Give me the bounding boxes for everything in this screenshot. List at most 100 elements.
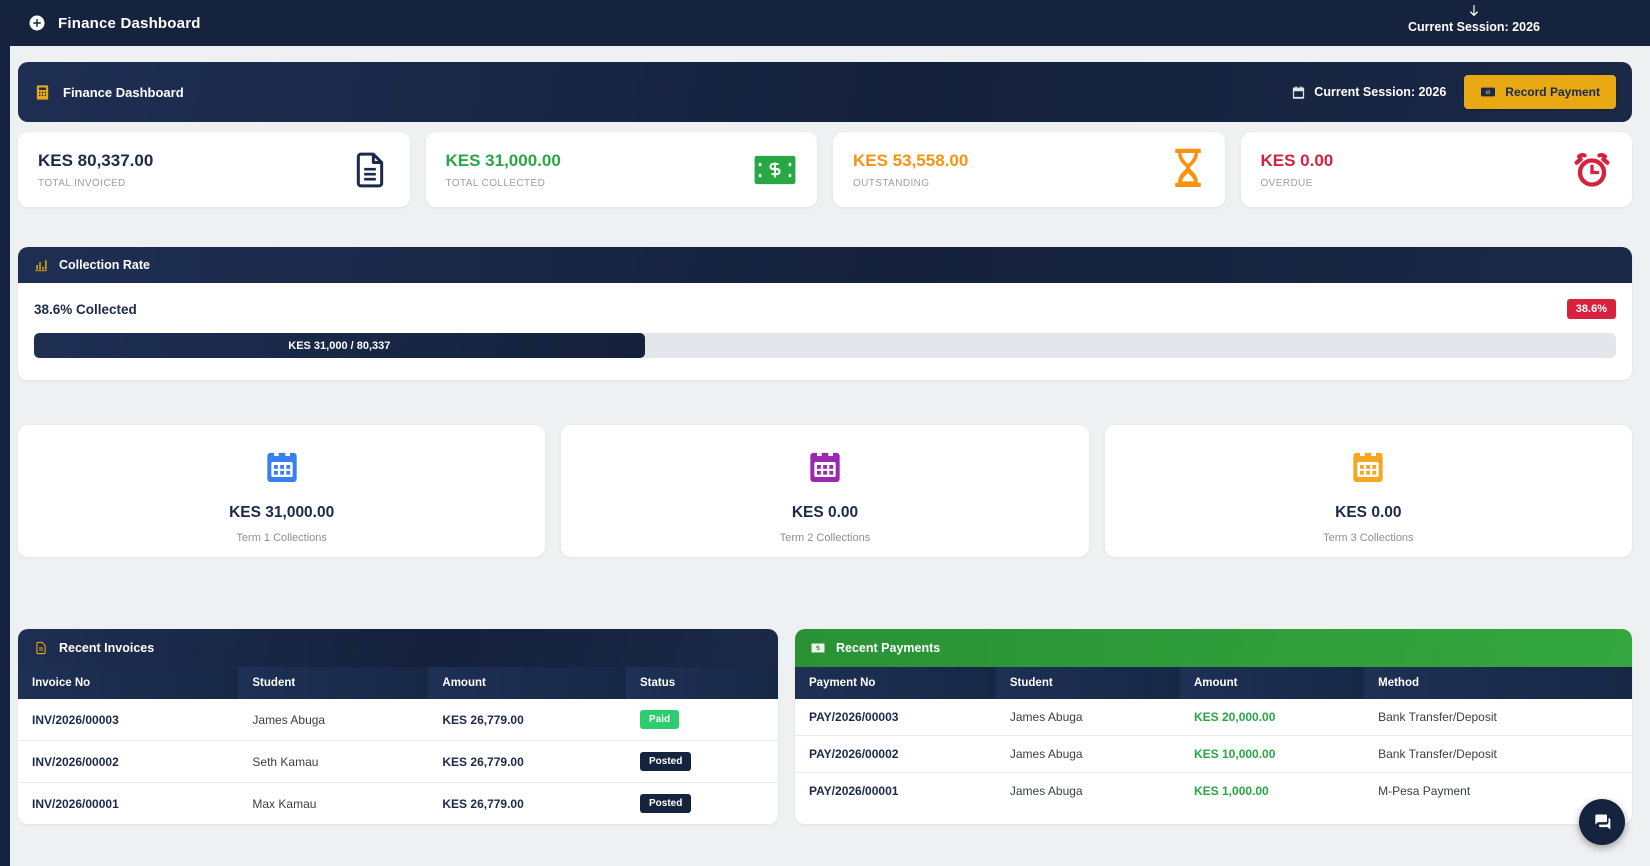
chat-fab-button[interactable]	[1579, 799, 1625, 845]
stat-label: TOTAL COLLECTED	[445, 177, 546, 189]
app-title: Finance Dashboard	[58, 14, 201, 32]
status-badge: Paid	[639, 710, 680, 729]
term-cards-row: KES 31,000.00 Term 1 Collections KES 0.0…	[18, 425, 1632, 557]
header-session-label: Current Session: 2026	[1314, 85, 1447, 99]
session-selector[interactable]: Current Session: 2026	[1408, 4, 1540, 34]
payment-no-link[interactable]: PAY/2026/00001	[795, 772, 996, 809]
amount-cell: KES 26,779.00	[428, 782, 626, 824]
navbar-session-label: Current Session: 2026	[1408, 20, 1540, 34]
arrow-down-icon[interactable]	[1467, 4, 1481, 18]
stat-label: OUTSTANDING	[853, 177, 930, 189]
collection-rate-badge: 38.6%	[1566, 299, 1616, 319]
term-3-card: KES 0.00 Term 3 Collections	[1104, 425, 1632, 557]
main-content: Finance Dashboard Current Session: 2026 …	[10, 46, 1650, 866]
student-cell: Seth Kamau	[238, 740, 429, 783]
collection-headline: 38.6% Collected	[34, 301, 137, 317]
plus-circle-icon[interactable]	[28, 14, 46, 32]
student-cell: James Abuga	[995, 699, 1180, 736]
table-row: PAY/2026/00002 James Abuga KES 10,000.00…	[795, 735, 1632, 773]
stat-label: TOTAL INVOICED	[38, 177, 126, 189]
method-cell: Bank Transfer/Deposit	[1364, 735, 1632, 773]
collection-progress-bar: KES 31,000 / 80,337	[34, 333, 1616, 358]
student-cell: James Abuga	[995, 772, 1180, 809]
payment-no-link[interactable]: PAY/2026/00002	[795, 735, 996, 773]
term-2-card: KES 0.00 Term 2 Collections	[561, 425, 1089, 557]
recent-payments-title: Recent Payments	[836, 641, 941, 655]
page-title: Finance Dashboard	[63, 84, 184, 100]
collection-progress-label: KES 31,000 / 80,337	[288, 339, 391, 352]
student-cell: James Abuga	[995, 735, 1180, 773]
stat-total-collected: KES 31,000.00 TOTAL COLLECTED	[425, 132, 817, 207]
table-row: INV/2026/00003 James Abuga KES 26,779.00…	[18, 699, 778, 741]
term-amount: KES 31,000.00	[229, 504, 335, 521]
table-row: PAY/2026/00003 James Abuga KES 20,000.00…	[795, 699, 1632, 736]
stat-amount: KES 80,337.00	[38, 150, 154, 170]
money-bill-icon	[753, 153, 797, 187]
payments-table: Payment No Student Amount Method PAY/202…	[795, 667, 1632, 809]
stat-overdue: KES 0.00 OVERDUE	[1240, 132, 1632, 207]
amount-cell: KES 26,779.00	[428, 699, 626, 741]
amount-cell: KES 1,000.00	[1180, 772, 1365, 809]
column-header: Payment No	[795, 667, 996, 699]
chat-bubbles-icon	[1592, 812, 1612, 832]
payment-no-link[interactable]: PAY/2026/00003	[795, 699, 996, 736]
column-header: Status	[625, 667, 778, 699]
student-cell: Max Kamau	[238, 782, 429, 824]
stat-amount: KES 53,558.00	[853, 150, 969, 170]
amount-cell: KES 20,000.00	[1180, 699, 1365, 736]
status-badge: Posted	[639, 794, 692, 813]
calendar-icon	[1291, 85, 1306, 100]
term-label: Term 1 Collections	[236, 532, 327, 544]
stat-label: OVERDUE	[1260, 177, 1313, 189]
recent-payments-panel: Recent Payments Payment No Student Amoun…	[795, 629, 1632, 824]
term-amount: KES 0.00	[1335, 504, 1402, 521]
top-navbar: Finance Dashboard Current Session: 2026	[0, 0, 1650, 46]
stat-cards-row: KES 80,337.00 TOTAL INVOICED KES 31,000.…	[18, 132, 1632, 207]
table-row: INV/2026/00001 Max Kamau KES 26,779.00 P…	[18, 782, 778, 824]
column-header: Invoice No	[18, 667, 239, 699]
column-header: Method	[1364, 667, 1632, 699]
bar-chart-icon	[34, 258, 48, 272]
amount-cell: KES 26,779.00	[428, 740, 626, 783]
method-cell: Bank Transfer/Deposit	[1364, 699, 1632, 736]
dashboard-header-card: Finance Dashboard Current Session: 2026 …	[18, 62, 1632, 122]
collection-progress-fill: KES 31,000 / 80,337	[34, 333, 645, 358]
invoices-table: Invoice No Student Amount Status INV/202…	[18, 667, 778, 824]
table-row: INV/2026/00002 Seth Kamau KES 26,779.00 …	[18, 740, 778, 783]
file-invoice-icon	[350, 150, 390, 190]
stat-amount: KES 31,000.00	[445, 150, 561, 170]
money-bill-icon	[1480, 84, 1496, 100]
calendar-icon	[262, 447, 302, 487]
amount-cell: KES 10,000.00	[1180, 735, 1365, 773]
term-label: Term 3 Collections	[1323, 532, 1414, 544]
term-1-card: KES 31,000.00 Term 1 Collections	[18, 425, 546, 557]
invoice-no-link[interactable]: INV/2026/00002	[18, 740, 239, 783]
recent-invoices-panel: Recent Invoices Invoice No Student Amoun…	[18, 629, 778, 824]
calendar-icon	[805, 447, 845, 487]
recent-invoices-title: Recent Invoices	[59, 641, 155, 655]
alarm-clock-icon	[1572, 150, 1612, 190]
status-badge: Posted	[639, 752, 692, 771]
column-header: Student	[995, 667, 1180, 699]
table-row: PAY/2026/00001 James Abuga KES 1,000.00 …	[795, 772, 1632, 809]
record-payment-button[interactable]: Record Payment	[1464, 75, 1616, 109]
stat-outstanding: KES 53,558.00 OUTSTANDING	[833, 132, 1225, 207]
file-invoice-icon	[34, 641, 48, 655]
stat-amount: KES 0.00	[1260, 150, 1334, 170]
collapsed-sidebar	[0, 0, 10, 866]
calculator-icon	[34, 84, 51, 101]
calendar-icon	[1348, 447, 1388, 487]
invoice-no-link[interactable]: INV/2026/00003	[18, 699, 239, 741]
collection-rate-panel: Collection Rate 38.6% Collected 38.6% KE…	[18, 247, 1632, 380]
term-label: Term 2 Collections	[779, 532, 871, 544]
student-cell: James Abuga	[238, 699, 429, 741]
invoice-no-link[interactable]: INV/2026/00001	[18, 782, 239, 824]
column-header: Amount	[1180, 667, 1365, 699]
hourglass-icon	[1171, 148, 1205, 192]
column-header: Amount	[428, 667, 626, 699]
column-header: Student	[238, 667, 429, 699]
collection-rate-title: Collection Rate	[59, 258, 150, 272]
stat-total-invoiced: KES 80,337.00 TOTAL INVOICED	[18, 132, 410, 207]
term-amount: KES 0.00	[791, 504, 859, 521]
money-bill-icon	[811, 641, 825, 655]
